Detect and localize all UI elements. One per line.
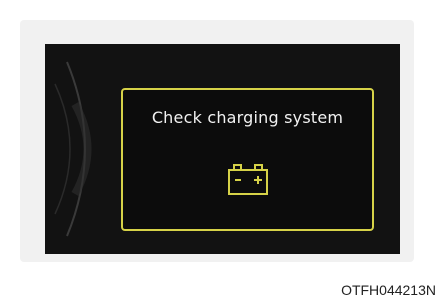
gauge-arc-decoration: [54, 61, 92, 237]
cluster-display: Check charging system: [45, 44, 400, 254]
battery-warning-icon: [228, 164, 268, 195]
figure-code: OTFH044213N: [341, 282, 436, 298]
warning-panel: Check charging system: [121, 88, 374, 231]
warning-message: Check charging system: [151, 108, 344, 127]
